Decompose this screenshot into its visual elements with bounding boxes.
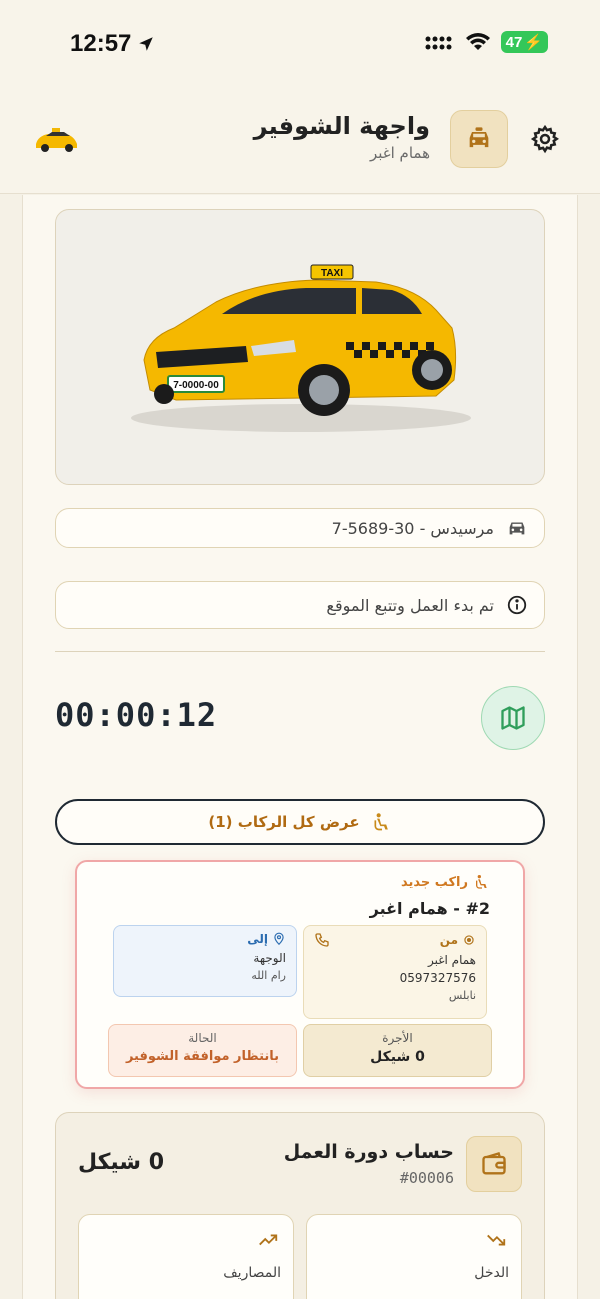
ride-status-label: الحالة xyxy=(188,1031,217,1045)
shift-timer: 00:00:12 xyxy=(55,696,218,734)
ride-status-box: الحالة بانتظار موافقة الشوفير xyxy=(108,1024,297,1077)
settings-button[interactable] xyxy=(526,120,564,158)
seat-icon xyxy=(374,813,388,831)
signal-icon xyxy=(425,36,452,50)
clock-text: 12:57 xyxy=(70,30,132,57)
fare-box: الأجرة 0 شيكل xyxy=(303,1024,492,1077)
shift-total: 0 شيكل xyxy=(78,1150,165,1175)
ride-status-value: بانتظار موافقة الشوفير xyxy=(125,1049,280,1064)
map-icon xyxy=(501,706,525,730)
fare-value: 0 شيكل xyxy=(370,1049,425,1065)
pickup-box: من همام اغبر 0597327576 نابلس xyxy=(303,925,487,1019)
pickup-name: همام اغبر xyxy=(427,953,476,967)
work-status-text: تم بدء العمل وتتبع الموقع xyxy=(326,595,494,615)
seat-icon xyxy=(476,875,487,889)
destination-label: إلى xyxy=(247,932,268,946)
plate-text: 7-0000-00 xyxy=(173,380,219,391)
driver-name: همام اغبر xyxy=(369,144,430,162)
shift-id: #00006 xyxy=(399,1169,454,1187)
taxi-logo-icon xyxy=(36,128,77,152)
location-pin-icon xyxy=(274,932,284,946)
target-icon xyxy=(464,935,474,945)
battery-indicator: 47 ⚡ xyxy=(500,31,548,53)
shift-summary-title: حساب دورة العمل xyxy=(283,1141,454,1163)
new-rider-tag: راكب جديد xyxy=(401,874,490,890)
driver-mode-button[interactable] xyxy=(450,110,508,168)
header-title-block: واجهة الشوفير همام اغبر xyxy=(254,112,430,162)
status-indicators: 47 ⚡ xyxy=(425,31,548,53)
car-image-card: TAXI 7-0000-00 xyxy=(55,209,545,485)
expenses-label: المصاريف xyxy=(223,1265,281,1281)
gear-icon xyxy=(530,124,560,154)
roof-sign-text: TAXI xyxy=(321,268,343,279)
info-icon xyxy=(507,595,527,615)
expenses-card: المصاريف xyxy=(78,1214,294,1299)
trending-down-icon xyxy=(259,1234,278,1246)
car-info-row: مرسيدس - 30-5689-7 xyxy=(55,508,545,548)
work-status-row: تم بدء العمل وتتبع الموقع xyxy=(55,581,545,629)
wallet-badge xyxy=(466,1136,522,1192)
car-icon xyxy=(509,522,525,535)
view-all-riders-button[interactable]: عرض كل الركاب (1) xyxy=(55,799,545,845)
car-info-text: مرسيدس - 30-5689-7 xyxy=(331,518,494,538)
destination-city: رام الله xyxy=(251,969,286,982)
map-button[interactable] xyxy=(481,686,545,750)
charging-bolt-icon: ⚡ xyxy=(524,34,543,51)
pickup-city: نابلس xyxy=(448,989,476,1002)
location-arrow-icon xyxy=(139,37,154,51)
page-title: واجهة الشوفير xyxy=(253,112,430,140)
new-rider-label: راكب جديد xyxy=(400,874,468,890)
phone-icon[interactable] xyxy=(314,932,330,948)
view-all-riders-label: عرض كل الركاب (1) xyxy=(208,813,360,831)
wallet-icon xyxy=(482,1152,506,1175)
pickup-label: من xyxy=(439,933,458,947)
income-card: الدخل xyxy=(306,1214,522,1299)
section-divider xyxy=(55,651,545,652)
taxi-icon xyxy=(469,127,489,148)
destination-box: إلى الوجهة رام الله xyxy=(113,925,297,997)
wifi-icon xyxy=(465,33,490,50)
status-time: 12:57 xyxy=(70,30,155,58)
pickup-phone[interactable]: 0597327576 xyxy=(304,969,486,987)
fare-label: الأجرة xyxy=(382,1031,413,1045)
shift-summary-title-block: حساب دورة العمل #00006 xyxy=(284,1141,454,1187)
rider-title: #2 - همام اغبر xyxy=(369,899,490,918)
taxi-car-image: TAXI 7-0000-00 xyxy=(131,264,471,432)
trending-up-icon xyxy=(487,1234,506,1246)
income-label: الدخل xyxy=(474,1265,509,1281)
battery-level: 47 xyxy=(505,33,523,51)
destination-text: الوجهة xyxy=(253,951,286,965)
